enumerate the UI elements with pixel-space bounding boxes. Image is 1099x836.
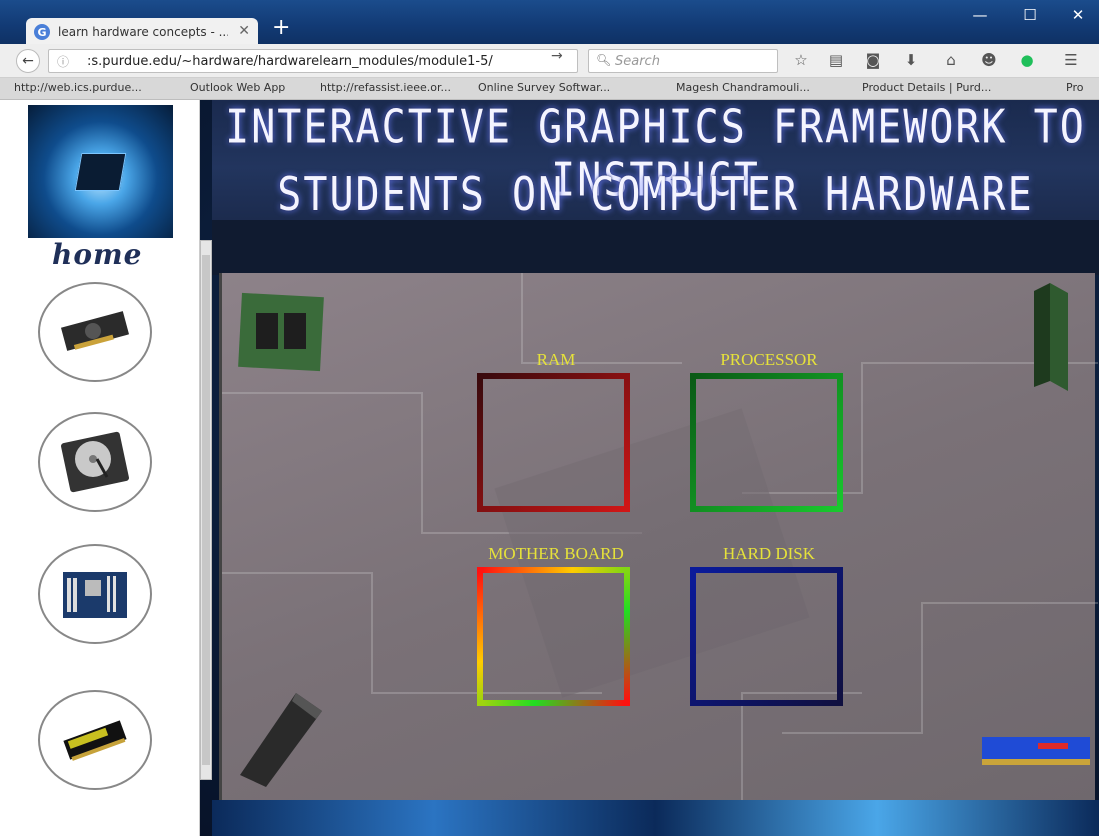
motherboard-target-label: MOTHER BOARD bbox=[488, 544, 624, 563]
circuit-background bbox=[222, 273, 1098, 801]
hard-disk-thumbnail[interactable] bbox=[38, 412, 152, 512]
page-header: INTERACTIVE GRAPHICS FRAMEWORK TO INSTRU… bbox=[212, 100, 1099, 235]
sidebar-scrollbar[interactable] bbox=[200, 240, 212, 780]
chat-icon[interactable]: ☻ bbox=[978, 51, 1000, 71]
graphics-card-icon bbox=[60, 311, 130, 351]
info-icon[interactable]: ⓘ bbox=[57, 53, 69, 70]
bookmark-item[interactable]: http://web.ics.purdue... bbox=[14, 81, 142, 94]
download-icon[interactable]: ⬇ bbox=[900, 51, 922, 71]
tab-title: learn hardware concepts - ... bbox=[58, 25, 228, 39]
browser-tab[interactable]: G learn hardware concepts - ... ✕ bbox=[26, 18, 258, 46]
processor-drop-target[interactable] bbox=[690, 373, 843, 512]
browser-titlebar: G learn hardware concepts - ... ✕ + — ☐ … bbox=[0, 0, 1099, 46]
close-tab-icon[interactable]: ✕ bbox=[238, 23, 250, 39]
motherboard-icon bbox=[63, 572, 127, 618]
harddisk-drop-target[interactable] bbox=[690, 567, 843, 706]
header-band bbox=[212, 220, 1099, 275]
bookmark-item[interactable]: Outlook Web App bbox=[190, 81, 285, 94]
hard-disk-draggable-icon[interactable] bbox=[236, 689, 326, 789]
graphics-card-thumbnail[interactable] bbox=[38, 282, 152, 382]
decorative-footer-graphic bbox=[212, 800, 1099, 836]
scrollbar-thumb[interactable] bbox=[202, 255, 210, 765]
sidebar: home bbox=[0, 100, 200, 836]
home-icon[interactable]: ⌂ bbox=[940, 51, 962, 71]
bookmark-item[interactable]: Online Survey Softwar... bbox=[478, 81, 610, 94]
ram-draggable-icon[interactable] bbox=[978, 733, 1093, 769]
url-text[interactable]: :s.purdue.edu/~hardware/hardwarelearn_mo… bbox=[87, 54, 493, 69]
hardware-logo-image bbox=[28, 105, 173, 238]
processor-target-label: PROCESSOR bbox=[720, 350, 818, 369]
search-input[interactable]: 🔍︎ Search bbox=[588, 49, 778, 73]
drag-drop-area: RAM PROCESSOR MOTHER BOARD HARD DISK bbox=[219, 273, 1098, 801]
go-arrow-icon[interactable]: → bbox=[551, 48, 563, 64]
bookmark-star-icon[interactable]: ☆ bbox=[790, 51, 812, 71]
hard-disk-icon bbox=[61, 431, 129, 493]
header-title-line2: STUDENTS ON COMPUTER HARDWARE bbox=[277, 168, 1034, 222]
search-icon: 🔍︎ bbox=[596, 53, 612, 67]
ram-thumbnail[interactable] bbox=[38, 690, 152, 790]
processor-draggable-icon[interactable] bbox=[236, 291, 326, 373]
menu-icon[interactable]: ☰ bbox=[1060, 51, 1082, 71]
home-link[interactable]: home bbox=[52, 238, 142, 271]
bookmarks-bar: http://web.ics.purdue... Outlook Web App… bbox=[0, 78, 1099, 100]
bookmark-item[interactable]: http://refassist.ieee.or... bbox=[320, 81, 451, 94]
pocket-icon[interactable]: ◙ bbox=[862, 51, 884, 71]
ram-drop-target[interactable] bbox=[477, 373, 630, 512]
close-window-button[interactable]: ✕ bbox=[1058, 6, 1098, 26]
browser-navbar: ← ⓘ :s.purdue.edu/~hardware/hardwarelear… bbox=[0, 44, 1099, 78]
reader-view-icon[interactable]: ▤ bbox=[825, 51, 847, 71]
bookmark-item[interactable]: Pro bbox=[1066, 81, 1083, 94]
motherboard-draggable-icon[interactable] bbox=[1030, 283, 1070, 393]
back-button[interactable]: ← bbox=[16, 49, 40, 73]
bookmark-item[interactable]: Magesh Chandramouli... bbox=[676, 81, 810, 94]
ram-target-label: RAM bbox=[536, 350, 576, 369]
bookmark-item[interactable]: Product Details | Purd... bbox=[862, 81, 991, 94]
motherboard-drop-target[interactable] bbox=[477, 567, 630, 706]
page-content: home INTERACTIVE GRAPHICS FRAMEWORK TO I… bbox=[0, 100, 1099, 836]
search-placeholder: Search bbox=[615, 54, 660, 69]
harddisk-target-label: HARD DISK bbox=[722, 544, 816, 563]
url-bar[interactable]: ⓘ :s.purdue.edu/~hardware/hardwarelearn_… bbox=[48, 49, 578, 73]
motherboard-thumbnail[interactable] bbox=[38, 544, 152, 644]
minimize-button[interactable]: — bbox=[960, 6, 1000, 26]
new-tab-button[interactable]: + bbox=[272, 17, 294, 40]
extension-icon[interactable]: ● bbox=[1016, 51, 1038, 71]
chip-graphic bbox=[74, 153, 127, 191]
maximize-button[interactable]: ☐ bbox=[1010, 6, 1050, 26]
google-favicon-icon: G bbox=[34, 24, 50, 40]
ram-icon bbox=[63, 720, 127, 761]
